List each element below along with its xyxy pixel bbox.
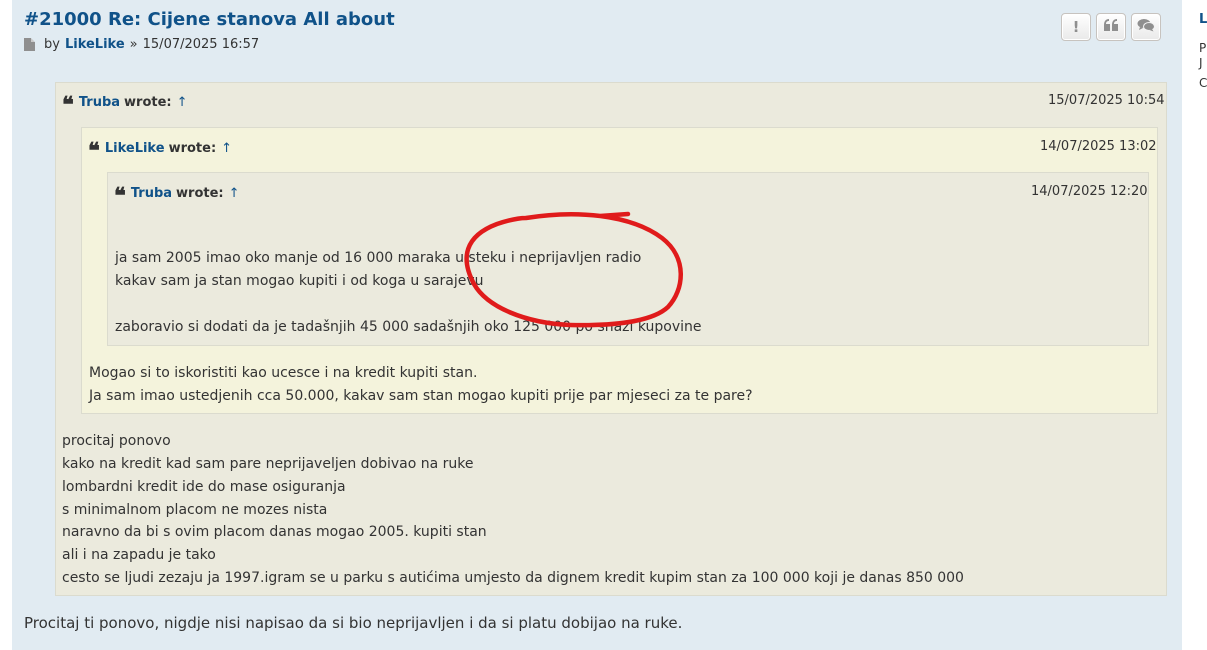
red-circle-annotation <box>464 211 683 328</box>
